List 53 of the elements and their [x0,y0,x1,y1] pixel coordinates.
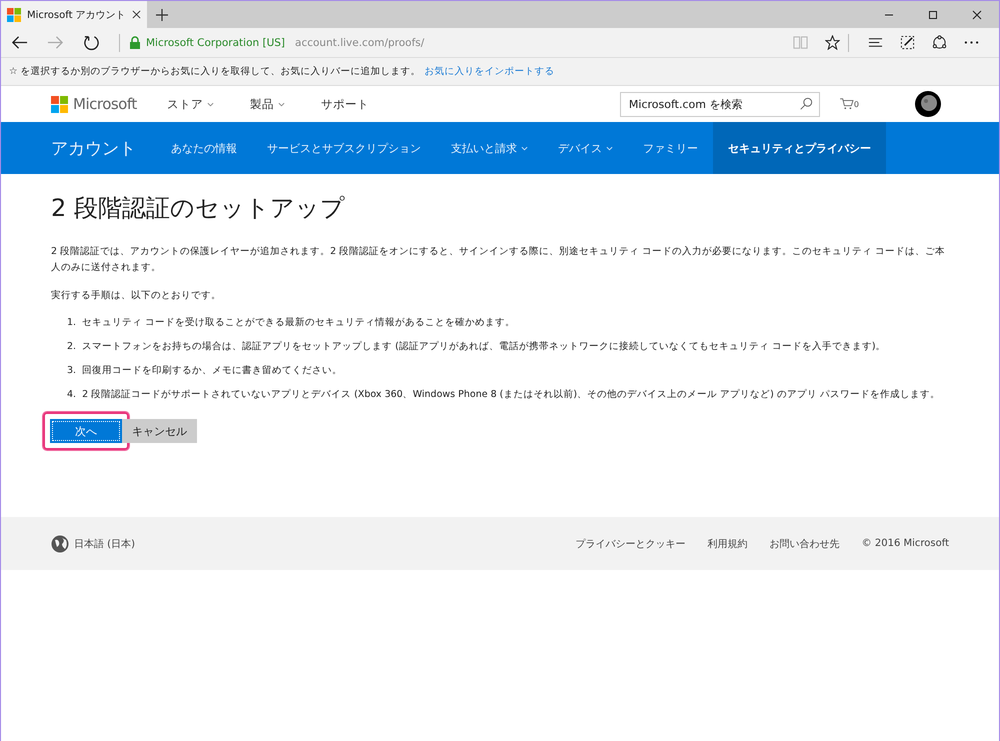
copyright: © 2016 Microsoft [862,538,949,549]
footer-link[interactable]: プライバシーとクッキー [576,536,686,550]
share-icon[interactable] [932,35,947,50]
microsoft-logo-icon [51,96,68,112]
intro-paragraph: 2 段階認証では、アカウントの保護レイヤーが追加されます。2 段階認証をオンにすると、サインインする際に、別途セキュリティ コードの入力が必要になります。このセキュリティ コードは、ご本人のみに送付されます。 [51,245,946,275]
language-link[interactable]: 日本語 (日本) [74,536,135,550]
step-text: スマートフォンをお持ちの場合は、認証アプリをセットアップします (認証アプリがあれば、電話が携帯ネットワークに接続していなくてもセキュリティ コードを入手できます)。 [82,340,886,354]
step-text: 2 段階認証コードがサポートされていないアプリとデバイス (Xbox 360、Windows Phone 8 (またはそれ以前)、その他のデバイス上のメール アプリなど) のアプリ パスワードを作成します。 [82,388,940,402]
footer-link[interactable]: お問い合わせ先 [770,536,840,550]
import-favorites-link[interactable]: お気に入りをインポートする [424,65,555,78]
nav-tab[interactable]: ファミリー [628,122,713,174]
step-text: セキュリティ コードを受け取ることができる最新のセキュリティ情報があることを確かめます。 [82,316,516,330]
page-heading: 2 段階認証のセットアップ [51,193,346,224]
favorites-hint: ☆ を選択するか別のブラウザーからお気に入りを取得して、お気に入りバーに追加します。 [9,65,421,78]
lock-icon [130,36,140,49]
maximize-icon[interactable] [928,10,938,20]
star-icon[interactable] [825,35,840,50]
header-menu-item[interactable]: 製品 [250,96,274,112]
nav-tab[interactable]: あなたの情報 [156,122,252,174]
new-tab-icon[interactable] [156,8,168,20]
site-identity[interactable]: Microsoft Corporation [US] [146,36,286,48]
avatar-icon[interactable] [915,91,941,117]
header-menu-item[interactable]: サポート [320,96,369,112]
steps-intro: 実行する手順は、以下のとおりです。 [51,289,222,303]
step-number: 3. [67,364,76,378]
refresh-icon[interactable] [83,34,100,51]
cart-icon[interactable] [840,98,854,110]
windows-logo-icon [7,8,21,22]
nav-tab[interactable]: デバイス [543,122,628,174]
nav-tab[interactable]: サービスとサブスクリプション [252,122,436,174]
step-number: 2. [67,340,76,354]
close-icon[interactable] [972,10,982,20]
brand-name[interactable]: Microsoft [73,95,137,113]
browser-tab[interactable]: Microsoft アカウント [1,1,147,28]
cancel-button[interactable]: キャンセル [122,419,197,443]
address-field[interactable]: account.live.com/proofs/ [295,36,424,48]
account-title[interactable]: アカウント [51,122,136,174]
next-button[interactable]: 次へ [50,419,122,443]
step-text: 回復用コードを印刷するか、メモに書き留めてください。 [82,364,342,378]
close-icon[interactable] [132,10,141,19]
search-icon[interactable] [798,96,813,110]
header-menu-item[interactable]: ストア [166,96,203,112]
search-field[interactable]: Microsoft.com を検索 [620,92,820,116]
cart-count: 0 [854,100,859,108]
globe-icon[interactable] [51,534,69,552]
footer-link[interactable]: 利用規約 [708,536,748,550]
back-icon[interactable] [11,34,28,51]
nav-tab[interactable]: 支払いと請求 [436,122,543,174]
nav-tab[interactable]: セキュリティとプライバシー [713,122,886,174]
note-pen-icon[interactable] [900,35,915,50]
hub-icon[interactable] [868,35,883,50]
step-number: 1. [67,316,76,330]
step-number: 4. [67,388,76,402]
